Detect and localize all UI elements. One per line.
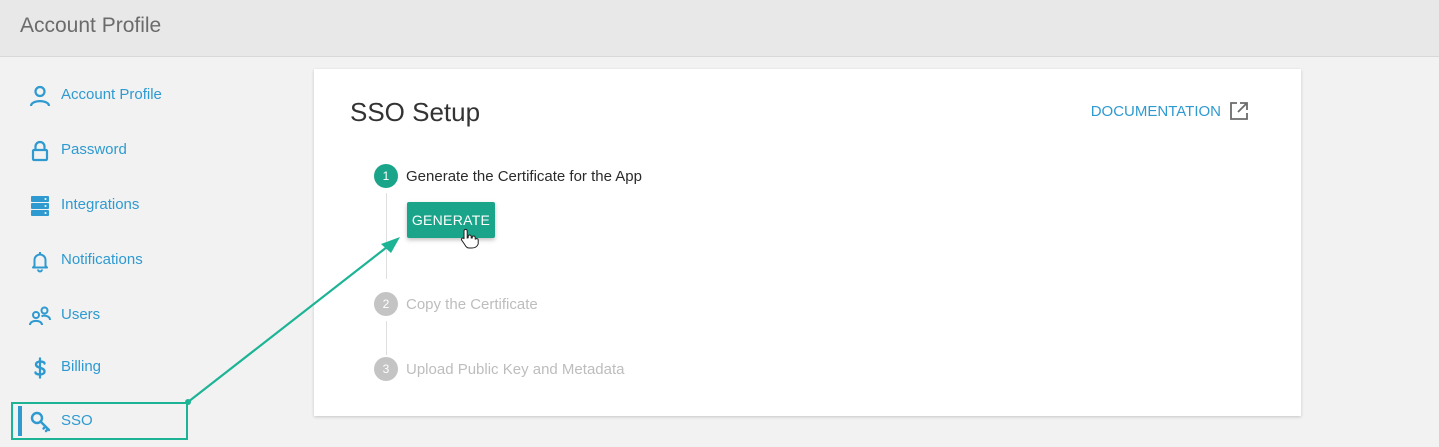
step-2-number: 2	[374, 292, 398, 316]
sidebar-item-users[interactable]: Users	[0, 296, 260, 336]
sidebar-item-account-profile[interactable]: Account Profile	[0, 76, 260, 116]
user-icon	[29, 85, 51, 107]
users-icon	[29, 306, 51, 326]
external-link-icon	[1230, 102, 1248, 120]
server-icon	[31, 196, 49, 216]
sidebar: Account Profile Password Integrations No…	[0, 58, 300, 447]
sidebar-item-label: Notifications	[61, 251, 143, 268]
step-1-label: Generate the Certificate for the App	[406, 168, 642, 185]
generate-button[interactable]: GENERATE	[407, 202, 495, 238]
active-indicator	[18, 406, 22, 436]
documentation-label: DOCUMENTATION	[1090, 102, 1221, 120]
sidebar-item-label: Password	[61, 141, 127, 158]
lock-icon	[31, 140, 49, 162]
step-3-number: 3	[374, 357, 398, 381]
stepper-connector	[386, 321, 387, 355]
sidebar-item-integrations[interactable]: Integrations	[0, 186, 260, 226]
top-bar: Account Profile	[0, 0, 1439, 57]
key-icon	[30, 411, 51, 433]
card-title: SSO Setup	[350, 97, 481, 127]
sidebar-item-label: Account Profile	[61, 86, 162, 103]
bell-icon	[32, 252, 48, 273]
sidebar-item-label: Billing	[61, 358, 102, 375]
step-3-label: Upload Public Key and Metadata	[406, 361, 625, 378]
documentation-link[interactable]: DOCUMENTATION	[1091, 101, 1249, 121]
sidebar-item-label: Integrations	[61, 196, 140, 213]
step-2-label: Copy the Certificate	[406, 296, 538, 313]
sidebar-item-notifications[interactable]: Notifications	[0, 241, 260, 281]
sso-setup-card: SSO Setup DOCUMENTATION 1 Generate the C…	[314, 69, 1301, 416]
step-1-number: 1	[374, 164, 398, 188]
sidebar-item-password[interactable]: Password	[0, 131, 260, 171]
sidebar-item-billing[interactable]: Billing	[0, 348, 260, 388]
page-title: Account Profile	[20, 14, 162, 37]
sidebar-item-sso[interactable]: SSO	[11, 402, 188, 440]
stepper-connector	[386, 193, 387, 279]
sidebar-item-label: Users	[61, 306, 101, 323]
dollar-icon	[34, 357, 46, 379]
sidebar-item-label: SSO	[61, 412, 93, 429]
